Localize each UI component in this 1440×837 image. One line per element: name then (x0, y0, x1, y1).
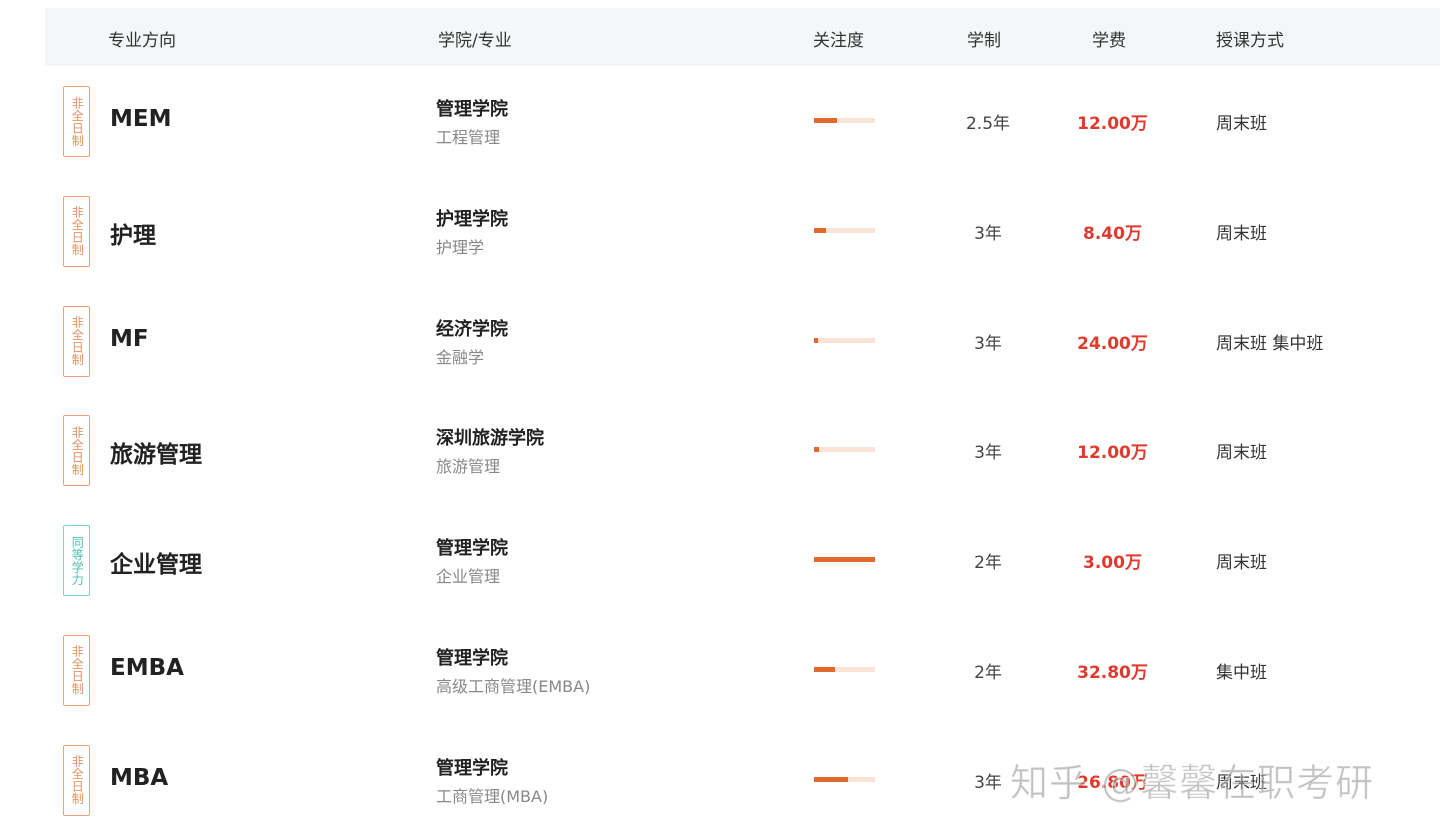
attention-bar-fill (814, 776, 848, 782)
study-type-badge: 同等学力 (63, 525, 90, 597)
program-name: 旅游管理 (436, 457, 501, 477)
fee-value: 32.80万 (1077, 662, 1148, 683)
attention-bar (814, 227, 875, 233)
mode-value: 集中班 (1216, 662, 1267, 683)
school-name: 管理学院 (436, 99, 508, 120)
table-body: 非全日制 MEM 管理学院 工程管理 2.5年 12.00万 周末班 非全日制 … (45, 66, 1440, 835)
watermark: 知乎 @馨馨在职考研 (1009, 761, 1375, 806)
table-row[interactable]: 非全日制 MF 经济学院 金融学 3年 24.00万 周末班 集中班 (45, 286, 1440, 396)
attention-bar (814, 337, 875, 343)
attention-bar-fill (814, 227, 827, 233)
school-name: 管理学院 (436, 757, 508, 779)
attention-bar (814, 447, 875, 453)
mode-value: 周末班 (1216, 223, 1267, 244)
mode-value: 周末班 (1216, 553, 1267, 574)
duration-value: 3年 (974, 333, 1002, 354)
major-name[interactable]: MF (110, 326, 149, 352)
duration-value: 3年 (974, 223, 1002, 244)
table-row[interactable]: 同等学力 企业管理 管理学院 企业管理 2年 3.00万 周末班 (45, 505, 1440, 615)
mode-value: 周末班 集中班 (1216, 333, 1324, 354)
major-name[interactable]: EMBA (110, 655, 184, 681)
study-type-badge: 非全日制 (63, 305, 90, 377)
attention-bar-fill (814, 337, 819, 343)
program-name: 金融学 (436, 347, 485, 367)
mode-value: 周末班 (1216, 114, 1267, 134)
fee-value: 12.00万 (1077, 114, 1148, 134)
program-name: 工商管理(MBA) (436, 786, 549, 806)
header-direction: 专业方向 (108, 31, 176, 51)
major-name[interactable]: 企业管理 (110, 545, 202, 579)
duration-value: 2年 (974, 662, 1002, 683)
school-name: 管理学院 (436, 647, 508, 669)
attention-bar-fill (814, 447, 819, 453)
fee-value: 8.40万 (1083, 223, 1142, 244)
program-table: 专业方向 学院/专业 关注度 学制 学费 授课方式 非全日制 MEM 管理学院 … (45, 8, 1440, 835)
table-header: 专业方向 学院/专业 关注度 学制 学费 授课方式 (45, 8, 1440, 66)
major-name[interactable]: 护理 (110, 216, 156, 250)
header-attention: 关注度 (813, 31, 864, 51)
school-name: 深圳旅游学院 (436, 428, 544, 450)
table-row[interactable]: 非全日制 EMBA 管理学院 高级工商管理(EMBA) 2年 32.80万 集中… (45, 615, 1440, 725)
attention-bar (814, 118, 875, 123)
table-row[interactable]: 非全日制 MEM 管理学院 工程管理 2.5年 12.00万 周末班 (45, 66, 1440, 176)
mode-value: 周末班 (1216, 443, 1267, 464)
fee-value: 12.00万 (1077, 443, 1148, 464)
table-row[interactable]: 非全日制 护理 护理学院 护理学 3年 8.40万 周末班 (45, 176, 1440, 286)
attention-bar (814, 776, 875, 782)
attention-bar (814, 666, 875, 672)
table-row[interactable]: 非全日制 旅游管理 深圳旅游学院 旅游管理 3年 12.00万 周末班 (45, 395, 1440, 505)
attention-bar-fill (814, 666, 835, 672)
attention-bar-fill (814, 557, 875, 563)
program-name: 高级工商管理(EMBA) (436, 676, 591, 696)
study-type-badge: 非全日制 (63, 634, 90, 706)
attention-bar-fill (814, 118, 838, 123)
major-name[interactable]: MBA (110, 765, 168, 791)
fee-value: 3.00万 (1083, 553, 1142, 574)
fee-value: 24.00万 (1077, 333, 1148, 354)
program-name: 工程管理 (436, 128, 501, 147)
duration-value: 2.5年 (965, 114, 1011, 134)
study-type-badge: 非全日制 (63, 415, 90, 487)
school-name: 管理学院 (436, 538, 508, 560)
attention-bar (814, 557, 875, 563)
duration-value: 2年 (974, 553, 1002, 574)
program-name: 企业管理 (436, 567, 501, 587)
header-mode: 授课方式 (1216, 31, 1284, 51)
header-school: 学院/专业 (438, 31, 512, 51)
school-name: 经济学院 (436, 318, 508, 340)
header-duration: 学制 (967, 31, 1001, 51)
major-name[interactable]: 旅游管理 (110, 435, 202, 469)
study-type-badge: 非全日制 (63, 86, 90, 157)
duration-value: 3年 (974, 443, 1002, 464)
study-type-badge: 非全日制 (63, 195, 90, 267)
program-name: 护理学 (436, 237, 485, 257)
header-fee: 学费 (1092, 31, 1126, 51)
school-name: 护理学院 (436, 208, 508, 230)
study-type-badge: 非全日制 (63, 744, 90, 816)
major-name[interactable]: MEM (110, 106, 172, 132)
